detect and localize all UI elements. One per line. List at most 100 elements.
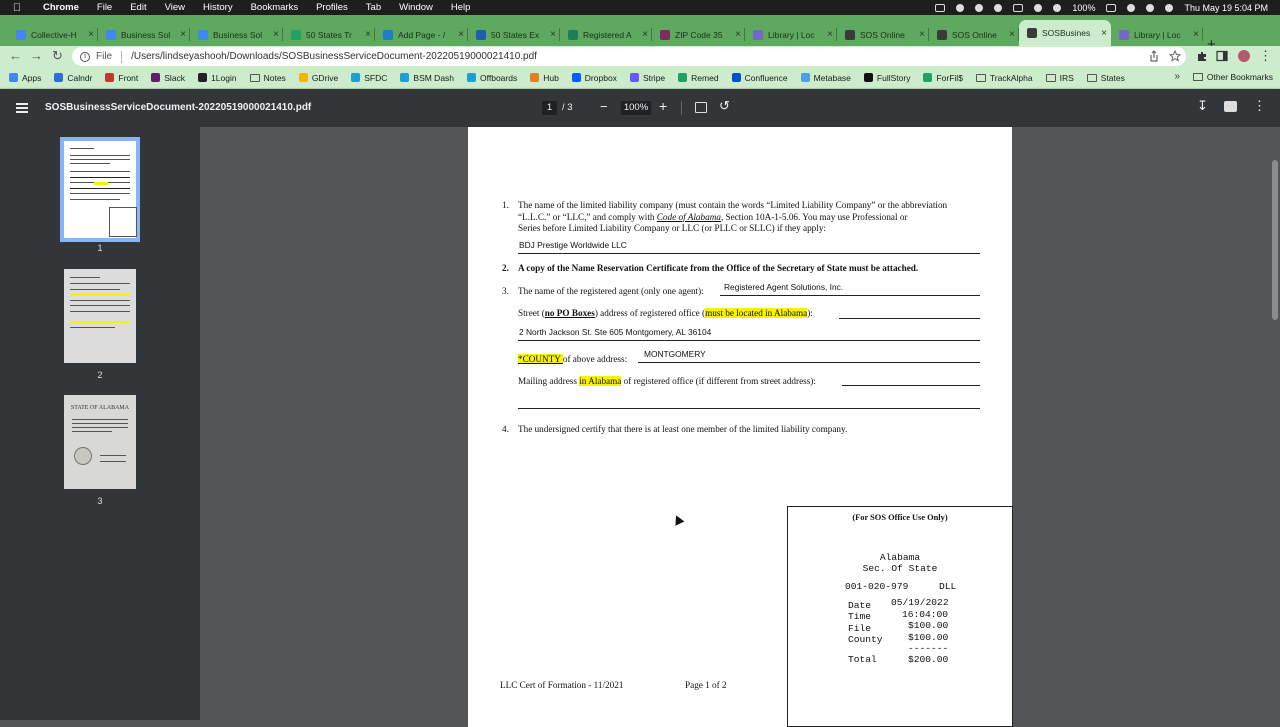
siri-icon[interactable] [1165, 3, 1174, 12]
download-icon[interactable]: ↧ [1197, 98, 1208, 114]
bookmark-item[interactable]: FullStory [863, 73, 910, 83]
close-tab-icon[interactable]: × [915, 29, 929, 40]
menu-file[interactable]: File [88, 2, 121, 13]
registered-agent-field[interactable]: Registered Agent Solutions, Inc. [724, 282, 843, 292]
close-tab-icon[interactable]: × [84, 29, 98, 40]
bookmark-item[interactable]: Hub [530, 73, 559, 83]
menu-window[interactable]: Window [390, 2, 442, 13]
bookmark-item[interactable]: BSM Dash [400, 73, 454, 83]
bookmark-item[interactable]: Notes [249, 73, 286, 83]
county-field[interactable]: MONTGOMERY [644, 349, 706, 359]
menu-history[interactable]: History [194, 2, 242, 13]
battery-icon[interactable] [1106, 3, 1117, 12]
page-number-input[interactable]: 1 [542, 101, 557, 115]
menu-bookmarks[interactable]: Bookmarks [242, 2, 308, 13]
close-tab-icon[interactable]: × [1189, 29, 1203, 40]
rotate-icon[interactable]: ↺ [719, 98, 730, 114]
status-icon[interactable] [994, 3, 1003, 12]
page-thumbnail-2[interactable] [64, 269, 136, 363]
more-options-icon[interactable]: ⋮ [1253, 98, 1266, 114]
bookmarks-overflow-icon[interactable]: » [1174, 71, 1180, 82]
bookmark-item[interactable]: Metabase [800, 73, 851, 83]
close-tab-icon[interactable]: × [454, 29, 468, 40]
share-icon[interactable] [1148, 50, 1160, 62]
bookmark-item[interactable]: GDrive [298, 73, 338, 83]
browser-tab[interactable]: Library | Loc × [745, 23, 837, 46]
display-icon[interactable] [1013, 3, 1024, 12]
close-tab-icon[interactable]: × [638, 29, 652, 40]
zoom-input[interactable]: 100% [621, 101, 651, 115]
sidebar-icon[interactable] [1216, 50, 1228, 62]
bookmark-item[interactable]: Confluence [731, 73, 788, 83]
close-tab-icon[interactable]: × [546, 29, 560, 40]
bookmark-item[interactable]: States [1086, 73, 1125, 83]
close-tab-icon[interactable]: × [823, 29, 837, 40]
bookmark-item[interactable]: TrackAlpha [975, 73, 1033, 83]
page-thumbnail-1[interactable] [60, 137, 140, 242]
url-text[interactable]: /Users/lindseyashooh/Downloads/SOSBusine… [131, 51, 537, 62]
browser-tab[interactable]: Add Page - / × [375, 23, 468, 46]
status-icon[interactable] [956, 3, 965, 12]
menu-help[interactable]: Help [442, 2, 480, 13]
bookmark-item[interactable]: Front [105, 73, 138, 83]
browser-tab[interactable]: ZIP Code 35 × [652, 23, 745, 46]
browser-tab[interactable]: SOS Online × [929, 23, 1019, 46]
bookmark-item[interactable]: SFDC [351, 73, 387, 83]
zoom-out-icon[interactable]: − [600, 99, 608, 114]
screen-record-icon[interactable] [935, 3, 946, 12]
wifi-icon[interactable] [1127, 3, 1136, 12]
clock[interactable]: Thu May 19 5:04 PM [1184, 3, 1268, 13]
browser-tab[interactable]: Collective-H × [8, 23, 98, 46]
bookmark-item[interactable]: IRS [1045, 73, 1074, 83]
control-center-icon[interactable] [1146, 3, 1155, 12]
browser-tab[interactable]: SOS Online × [837, 23, 929, 46]
llc-name-field[interactable]: BDJ Prestige Worldwide LLC [519, 240, 627, 250]
address-bar[interactable]: i File /Users/lindseyashooh/Downloads/SO… [72, 47, 1186, 66]
bookmark-item[interactable]: 1Login [198, 73, 237, 83]
close-tab-icon[interactable]: × [1097, 28, 1111, 39]
close-tab-icon[interactable]: × [1005, 29, 1019, 40]
menu-view[interactable]: View [156, 2, 194, 13]
back-icon[interactable]: ← [9, 48, 22, 63]
close-tab-icon[interactable]: × [361, 29, 375, 40]
browser-tab[interactable]: 50 States Tr × [283, 23, 375, 46]
extensions-icon[interactable] [1196, 50, 1208, 62]
browser-tab[interactable]: Library | Loc × [1111, 23, 1203, 46]
reload-icon[interactable]: ↻ [52, 48, 63, 64]
menu-tab[interactable]: Tab [357, 2, 390, 13]
print-icon[interactable] [1224, 101, 1237, 112]
bluetooth-icon[interactable] [1053, 3, 1062, 12]
star-icon[interactable] [1169, 50, 1181, 62]
menu-icon[interactable] [16, 103, 28, 115]
bookmark-item[interactable]: Stripe [629, 73, 665, 83]
browser-tab[interactable]: Business Sol × [190, 23, 283, 46]
bookmark-item[interactable]: Dropbox [571, 73, 617, 83]
browser-tab[interactable]: 50 States Ex × [468, 23, 560, 46]
scrollbar[interactable] [1272, 160, 1278, 320]
close-tab-icon[interactable]: × [176, 29, 190, 40]
bookmark-item[interactable]: Remed [678, 73, 719, 83]
bookmark-item[interactable]: ForFil$ [923, 73, 963, 83]
profile-avatar[interactable] [1238, 50, 1250, 62]
other-bookmarks[interactable]: Other Bookmarks [1192, 72, 1273, 82]
browser-tab[interactable]: Business Sol × [98, 23, 190, 46]
chrome-menu-icon[interactable]: ⋮ [1259, 48, 1272, 64]
forward-icon[interactable]: → [30, 48, 43, 63]
page-thumbnail-3[interactable]: STATE OF ALABAMA [64, 395, 136, 489]
menu-app-name[interactable]: Chrome [34, 2, 88, 13]
bookmark-item[interactable]: Calndr [54, 73, 92, 83]
info-icon[interactable]: i [80, 51, 90, 62]
browser-tab[interactable]: Registered A × [560, 23, 652, 46]
play-icon[interactable] [1034, 3, 1043, 12]
close-tab-icon[interactable]: × [269, 29, 283, 40]
zoom-in-icon[interactable]: + [659, 98, 667, 114]
bookmark-item[interactable]: Slack [151, 73, 185, 83]
close-tab-icon[interactable]: × [731, 29, 745, 40]
apple-icon[interactable]:  [0, 2, 34, 14]
menu-profiles[interactable]: Profiles [307, 2, 357, 13]
bookmark-item[interactable]: Offboards [467, 73, 517, 83]
street-address-field[interactable]: 2 North Jackson St. Ste 605 Montgomery, … [519, 327, 711, 337]
bookmark-item[interactable]: Apps [9, 73, 41, 83]
menu-edit[interactable]: Edit [121, 2, 155, 13]
browser-tab[interactable]: SOSBusines × [1019, 20, 1111, 46]
